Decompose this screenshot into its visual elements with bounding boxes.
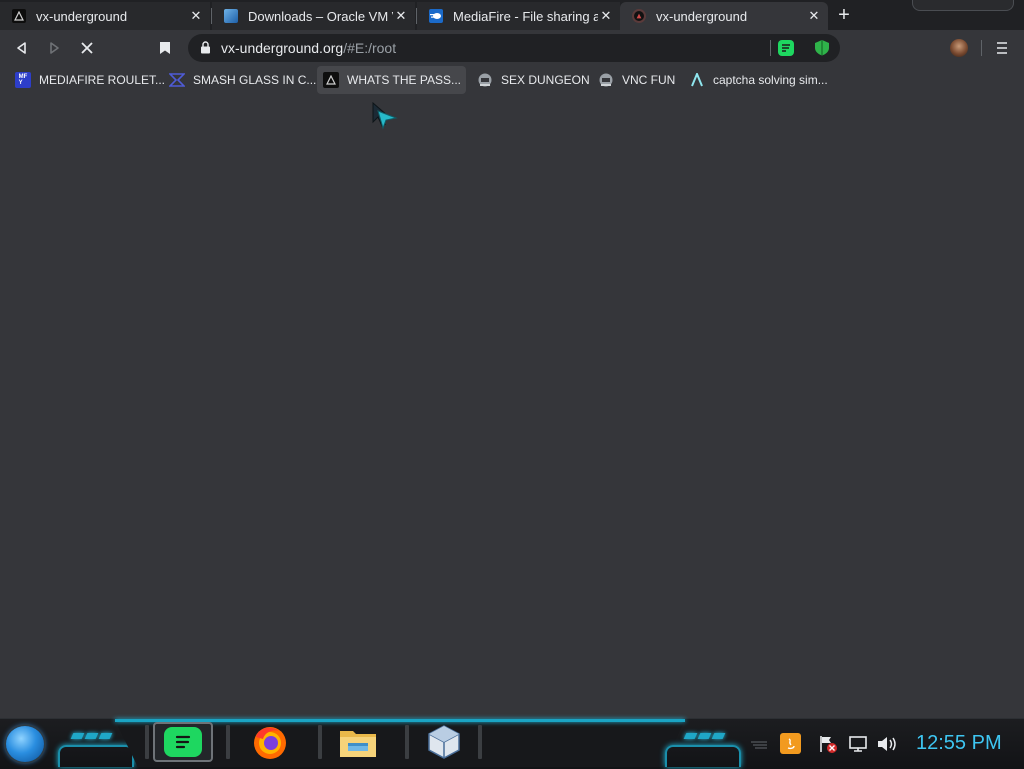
smash-glass-icon — [169, 72, 185, 88]
whats-the-pass-icon — [323, 72, 339, 88]
stop-loading-icon — [81, 42, 93, 54]
tab-title: Downloads – Oracle VM VirtualBox — [248, 8, 393, 24]
green-extension-icon[interactable] — [778, 40, 794, 56]
file-explorer-app[interactable] — [328, 722, 388, 762]
tab-title: vx-underground — [36, 8, 128, 24]
tab-close-button[interactable]: ✕ — [806, 8, 822, 24]
bookmark-sex-dungeon[interactable]: SEX DUNGEON — [477, 66, 590, 94]
volume-icon[interactable] — [876, 733, 898, 755]
address-bar[interactable]: vx-underground.org/#E:/root — [188, 34, 840, 62]
bookmark-mediafire-roulette[interactable]: MF Y MEDIAFIRE ROULET... — [15, 66, 165, 94]
bookmark-label: SMASH GLASS IN C... — [193, 73, 317, 87]
spotify-app[interactable] — [153, 722, 213, 762]
bookmark-whats-the-pass[interactable]: WHATS THE PASS... — [317, 66, 466, 94]
virtualbox-app[interactable] — [414, 722, 474, 762]
virtualbox-icon — [224, 9, 238, 23]
bookmark-label: MEDIAFIRE ROULET... — [39, 73, 166, 87]
vnc-icon — [598, 72, 614, 88]
spotify-icon — [164, 727, 202, 757]
bookmark-button[interactable] — [155, 38, 175, 58]
window-controls[interactable] — [912, 0, 1014, 11]
action-center-flag-icon[interactable] — [817, 733, 839, 755]
back-button[interactable] — [12, 38, 32, 58]
tab-close-button[interactable]: ✕ — [598, 8, 614, 24]
mediafire-icon — [429, 9, 443, 23]
green-shield-extension-icon[interactable] — [814, 39, 830, 61]
tab-close-button[interactable]: ✕ — [393, 8, 409, 24]
firefox-icon — [254, 727, 286, 759]
vx-underground-loading-icon — [632, 9, 646, 23]
dungeon-icon — [477, 72, 493, 88]
taskbar-grip — [405, 725, 409, 759]
bookmark-label: WHATS THE PASS... — [347, 73, 462, 87]
taskbar-grip — [318, 725, 322, 759]
new-tab-button[interactable]: + — [834, 5, 854, 25]
lock-icon — [201, 41, 210, 54]
network-icon[interactable] — [847, 733, 869, 755]
taskbar-clock[interactable]: 12:55 PM — [916, 732, 1002, 755]
tab-title: MediaFire - File sharing and storage — [453, 8, 598, 24]
url-path: /#E:/root — [343, 40, 397, 56]
start-button[interactable] — [6, 726, 44, 762]
taskbar-decoration-right — [663, 719, 743, 767]
bookmark-label: VNC FUN — [622, 73, 676, 87]
tab-mediafire[interactable]: MediaFire - File sharing and storage ✕ — [417, 2, 620, 30]
show-hidden-icons-button[interactable] — [748, 733, 770, 755]
tab-vx-underground-active[interactable]: vx-underground ✕ — [620, 2, 828, 30]
bookmark-label: captcha solving sim... — [713, 73, 828, 87]
url-host: vx-underground.org — [221, 40, 344, 56]
mouse-cursor-icon — [372, 102, 398, 130]
bookmark-label: SEX DUNGEON — [501, 73, 590, 87]
captcha-icon — [689, 72, 705, 88]
mediafire-roulette-icon: MF Y — [15, 72, 31, 88]
tab-strip: vx-underground ✕ Downloads – Oracle VM V… — [0, 0, 1024, 30]
bookmark-icon — [160, 42, 170, 54]
taskbar-grip — [226, 725, 230, 759]
tab-downloads-virtualbox[interactable]: Downloads – Oracle VM VirtualBox ✕ — [212, 2, 415, 30]
extension-separator — [770, 40, 771, 56]
stop-button[interactable] — [77, 38, 97, 58]
url-text: vx-underground.org/#E:/root — [221, 40, 396, 56]
browser-toolbar: vx-underground.org/#E:/root — [0, 30, 1024, 66]
folder-icon — [340, 731, 376, 757]
tab-vx-underground-1[interactable]: vx-underground ✕ — [0, 2, 210, 30]
toolbar-separator — [981, 40, 982, 56]
bookmarks-bar: MF Y MEDIAFIRE ROULET... SMASH GLASS IN C… — [0, 66, 1024, 94]
forward-button[interactable] — [44, 38, 64, 58]
bookmark-smash-glass[interactable]: SMASH GLASS IN C... — [169, 66, 316, 94]
taskbar-grip — [145, 725, 149, 759]
menu-button[interactable] — [995, 40, 1009, 61]
taskbar: 12:55 PM — [0, 718, 1024, 769]
menu-icon — [997, 42, 1007, 54]
firefox-app[interactable] — [240, 722, 300, 762]
bookmark-vnc-fun[interactable]: VNC FUN — [598, 66, 675, 94]
virtualbox-icon — [428, 725, 460, 759]
vx-underground-icon — [12, 9, 26, 23]
page-content — [0, 94, 1024, 718]
back-arrow-icon — [17, 42, 26, 54]
bookmark-captcha-solving[interactable]: captcha solving sim... — [689, 66, 828, 94]
java-icon[interactable] — [780, 733, 801, 754]
tab-title: vx-underground — [656, 8, 748, 24]
taskbar-grip — [478, 725, 482, 759]
profile-avatar[interactable] — [950, 39, 968, 57]
tab-close-button[interactable]: ✕ — [188, 8, 204, 24]
forward-arrow-icon — [50, 42, 59, 54]
